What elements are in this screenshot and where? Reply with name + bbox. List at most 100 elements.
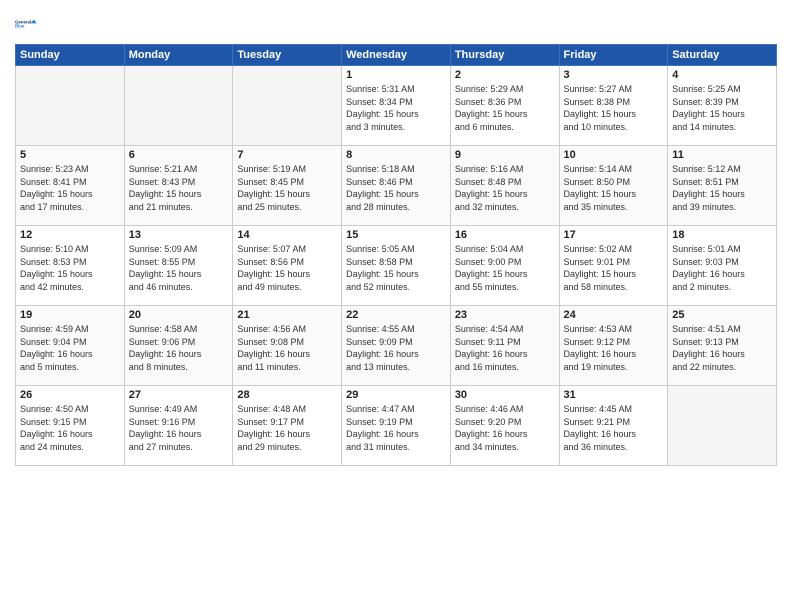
day-number: 24 [564,309,664,321]
day-number: 17 [564,229,664,241]
calendar-cell: 17 Sunrise: 5:02 AM Sunset: 9:01 PM Dayli… [559,226,668,306]
day-info: Sunrise: 4:53 AM Sunset: 9:12 PM Dayligh… [564,323,664,373]
day-info: Sunrise: 5:01 AM Sunset: 9:03 PM Dayligh… [672,243,772,293]
day-info: Sunrise: 5:02 AM Sunset: 9:01 PM Dayligh… [564,243,664,293]
logo-icon: GeneralBlue [15,10,43,38]
calendar-cell: 21Sunrise: 4:56 AM Sunset: 9:08 PM Dayli… [233,306,342,386]
day-info: Sunrise: 5:14 AM Sunset: 8:50 PM Dayligh… [564,163,664,213]
day-info: Sunrise: 5:12 AM Sunset: 8:51 PM Dayligh… [672,163,772,213]
calendar-cell: 24 Sunrise: 4:53 AM Sunset: 9:12 PM Dayli… [559,306,668,386]
day-info: Sunrise: 5:27 AM Sunset: 8:38 PM Dayligh… [564,83,664,133]
header-friday: Friday [559,45,668,66]
calendar-page: GeneralBlue SundayMondayTuesdayWednesday… [0,0,792,612]
calendar-cell [124,66,233,146]
day-number: 6 [129,149,229,161]
calendar-cell: 9 Sunrise: 5:16 AM Sunset: 8:48 PM Daylig… [450,146,559,226]
day-info: Sunrise: 5:31 AM Sunset: 8:34 PM Dayligh… [346,83,446,133]
day-info: Sunrise: 5:09 AM Sunset: 8:55 PM Dayligh… [129,243,229,293]
calendar-cell: 2 Sunrise: 5:29 AM Sunset: 8:36 PM Daylig… [450,66,559,146]
day-number: 28 [237,389,337,401]
header-row: SundayMondayTuesdayWednesdayThursdayFrid… [16,45,777,66]
day-info: Sunrise: 5:05 AM Sunset: 8:58 PM Dayligh… [346,243,446,293]
calendar-cell: 18 Sunrise: 5:01 AM Sunset: 9:03 PM Dayli… [668,226,777,306]
calendar-cell: 29 Sunrise: 4:47 AM Sunset: 9:19 PM Dayli… [342,386,451,466]
day-number: 29 [346,389,446,401]
calendar-cell [16,66,125,146]
header-wednesday: Wednesday [342,45,451,66]
day-info: Sunrise: 5:21 AM Sunset: 8:43 PM Dayligh… [129,163,229,213]
calendar-cell [668,386,777,466]
calendar-cell: 6 Sunrise: 5:21 AM Sunset: 8:43 PM Daylig… [124,146,233,226]
day-number: 22 [346,309,446,321]
day-info: Sunrise: 5:04 AM Sunset: 9:00 PM Dayligh… [455,243,555,293]
calendar-cell: 19 Sunrise: 4:59 AM Sunset: 9:04 PM Dayli… [16,306,125,386]
day-number: 20 [129,309,229,321]
day-number: 31 [564,389,664,401]
day-number: 26 [20,389,120,401]
day-number: 3 [564,69,664,81]
day-info: Sunrise: 5:29 AM Sunset: 8:36 PM Dayligh… [455,83,555,133]
header-tuesday: Tuesday [233,45,342,66]
day-number: 30 [455,389,555,401]
calendar-table: SundayMondayTuesdayWednesdayThursdayFrid… [15,44,777,466]
calendar-cell [233,66,342,146]
day-info: Sunrise: 4:56 AM Sunset: 9:08 PM Dayligh… [237,323,337,373]
day-info: Sunrise: 5:18 AM Sunset: 8:46 PM Dayligh… [346,163,446,213]
calendar-cell: 1Sunrise: 5:31 AM Sunset: 8:34 PM Daylig… [342,66,451,146]
calendar-cell: 5Sunrise: 5:23 AM Sunset: 8:41 PM Daylig… [16,146,125,226]
calendar-cell: 22 Sunrise: 4:55 AM Sunset: 9:09 PM Dayli… [342,306,451,386]
header-monday: Monday [124,45,233,66]
day-number: 10 [564,149,664,161]
svg-text:Blue: Blue [15,24,25,29]
calendar-cell: 20 Sunrise: 4:58 AM Sunset: 9:06 PM Dayli… [124,306,233,386]
calendar-cell: 26 Sunrise: 4:50 AM Sunset: 9:15 PM Dayli… [16,386,125,466]
calendar-cell: 16 Sunrise: 5:04 AM Sunset: 9:00 PM Dayli… [450,226,559,306]
header: GeneralBlue [15,10,777,38]
calendar-cell: 13 Sunrise: 5:09 AM Sunset: 8:55 PM Dayli… [124,226,233,306]
day-info: Sunrise: 4:47 AM Sunset: 9:19 PM Dayligh… [346,403,446,453]
week-row-1: 1Sunrise: 5:31 AM Sunset: 8:34 PM Daylig… [16,66,777,146]
day-number: 23 [455,309,555,321]
day-number: 12 [20,229,120,241]
day-number: 4 [672,69,772,81]
day-number: 2 [455,69,555,81]
calendar-cell: 31 Sunrise: 4:45 AM Sunset: 9:21 PM Dayli… [559,386,668,466]
day-number: 19 [20,309,120,321]
day-info: Sunrise: 4:55 AM Sunset: 9:09 PM Dayligh… [346,323,446,373]
calendar-cell: 25 Sunrise: 4:51 AM Sunset: 9:13 PM Dayli… [668,306,777,386]
day-number: 8 [346,149,446,161]
calendar-cell: 27Sunrise: 4:49 AM Sunset: 9:16 PM Dayli… [124,386,233,466]
day-info: Sunrise: 5:10 AM Sunset: 8:53 PM Dayligh… [20,243,120,293]
calendar-cell: 15Sunrise: 5:05 AM Sunset: 8:58 PM Dayli… [342,226,451,306]
day-number: 25 [672,309,772,321]
day-number: 16 [455,229,555,241]
week-row-5: 26 Sunrise: 4:50 AM Sunset: 9:15 PM Dayli… [16,386,777,466]
calendar-cell: 4 Sunrise: 5:25 AM Sunset: 8:39 PM Daylig… [668,66,777,146]
day-info: Sunrise: 4:59 AM Sunset: 9:04 PM Dayligh… [20,323,120,373]
calendar-cell: 8 Sunrise: 5:18 AM Sunset: 8:46 PM Daylig… [342,146,451,226]
calendar-cell: 7 Sunrise: 5:19 AM Sunset: 8:45 PM Daylig… [233,146,342,226]
day-number: 13 [129,229,229,241]
day-number: 7 [237,149,337,161]
day-info: Sunrise: 4:58 AM Sunset: 9:06 PM Dayligh… [129,323,229,373]
header-sunday: Sunday [16,45,125,66]
day-info: Sunrise: 4:50 AM Sunset: 9:15 PM Dayligh… [20,403,120,453]
day-info: Sunrise: 5:25 AM Sunset: 8:39 PM Dayligh… [672,83,772,133]
calendar-cell: 28 Sunrise: 4:48 AM Sunset: 9:17 PM Dayli… [233,386,342,466]
calendar-cell: 23 Sunrise: 4:54 AM Sunset: 9:11 PM Dayli… [450,306,559,386]
day-info: Sunrise: 5:19 AM Sunset: 8:45 PM Dayligh… [237,163,337,213]
day-info: Sunrise: 4:46 AM Sunset: 9:20 PM Dayligh… [455,403,555,453]
day-number: 9 [455,149,555,161]
day-info: Sunrise: 4:45 AM Sunset: 9:21 PM Dayligh… [564,403,664,453]
day-number: 27 [129,389,229,401]
calendar-cell: 30 Sunrise: 4:46 AM Sunset: 9:20 PM Dayli… [450,386,559,466]
day-info: Sunrise: 5:23 AM Sunset: 8:41 PM Dayligh… [20,163,120,213]
day-info: Sunrise: 4:48 AM Sunset: 9:17 PM Dayligh… [237,403,337,453]
header-saturday: Saturday [668,45,777,66]
day-info: Sunrise: 5:16 AM Sunset: 8:48 PM Dayligh… [455,163,555,213]
day-info: Sunrise: 5:07 AM Sunset: 8:56 PM Dayligh… [237,243,337,293]
calendar-cell: 11Sunrise: 5:12 AM Sunset: 8:51 PM Dayli… [668,146,777,226]
day-number: 18 [672,229,772,241]
day-info: Sunrise: 4:54 AM Sunset: 9:11 PM Dayligh… [455,323,555,373]
day-info: Sunrise: 4:51 AM Sunset: 9:13 PM Dayligh… [672,323,772,373]
